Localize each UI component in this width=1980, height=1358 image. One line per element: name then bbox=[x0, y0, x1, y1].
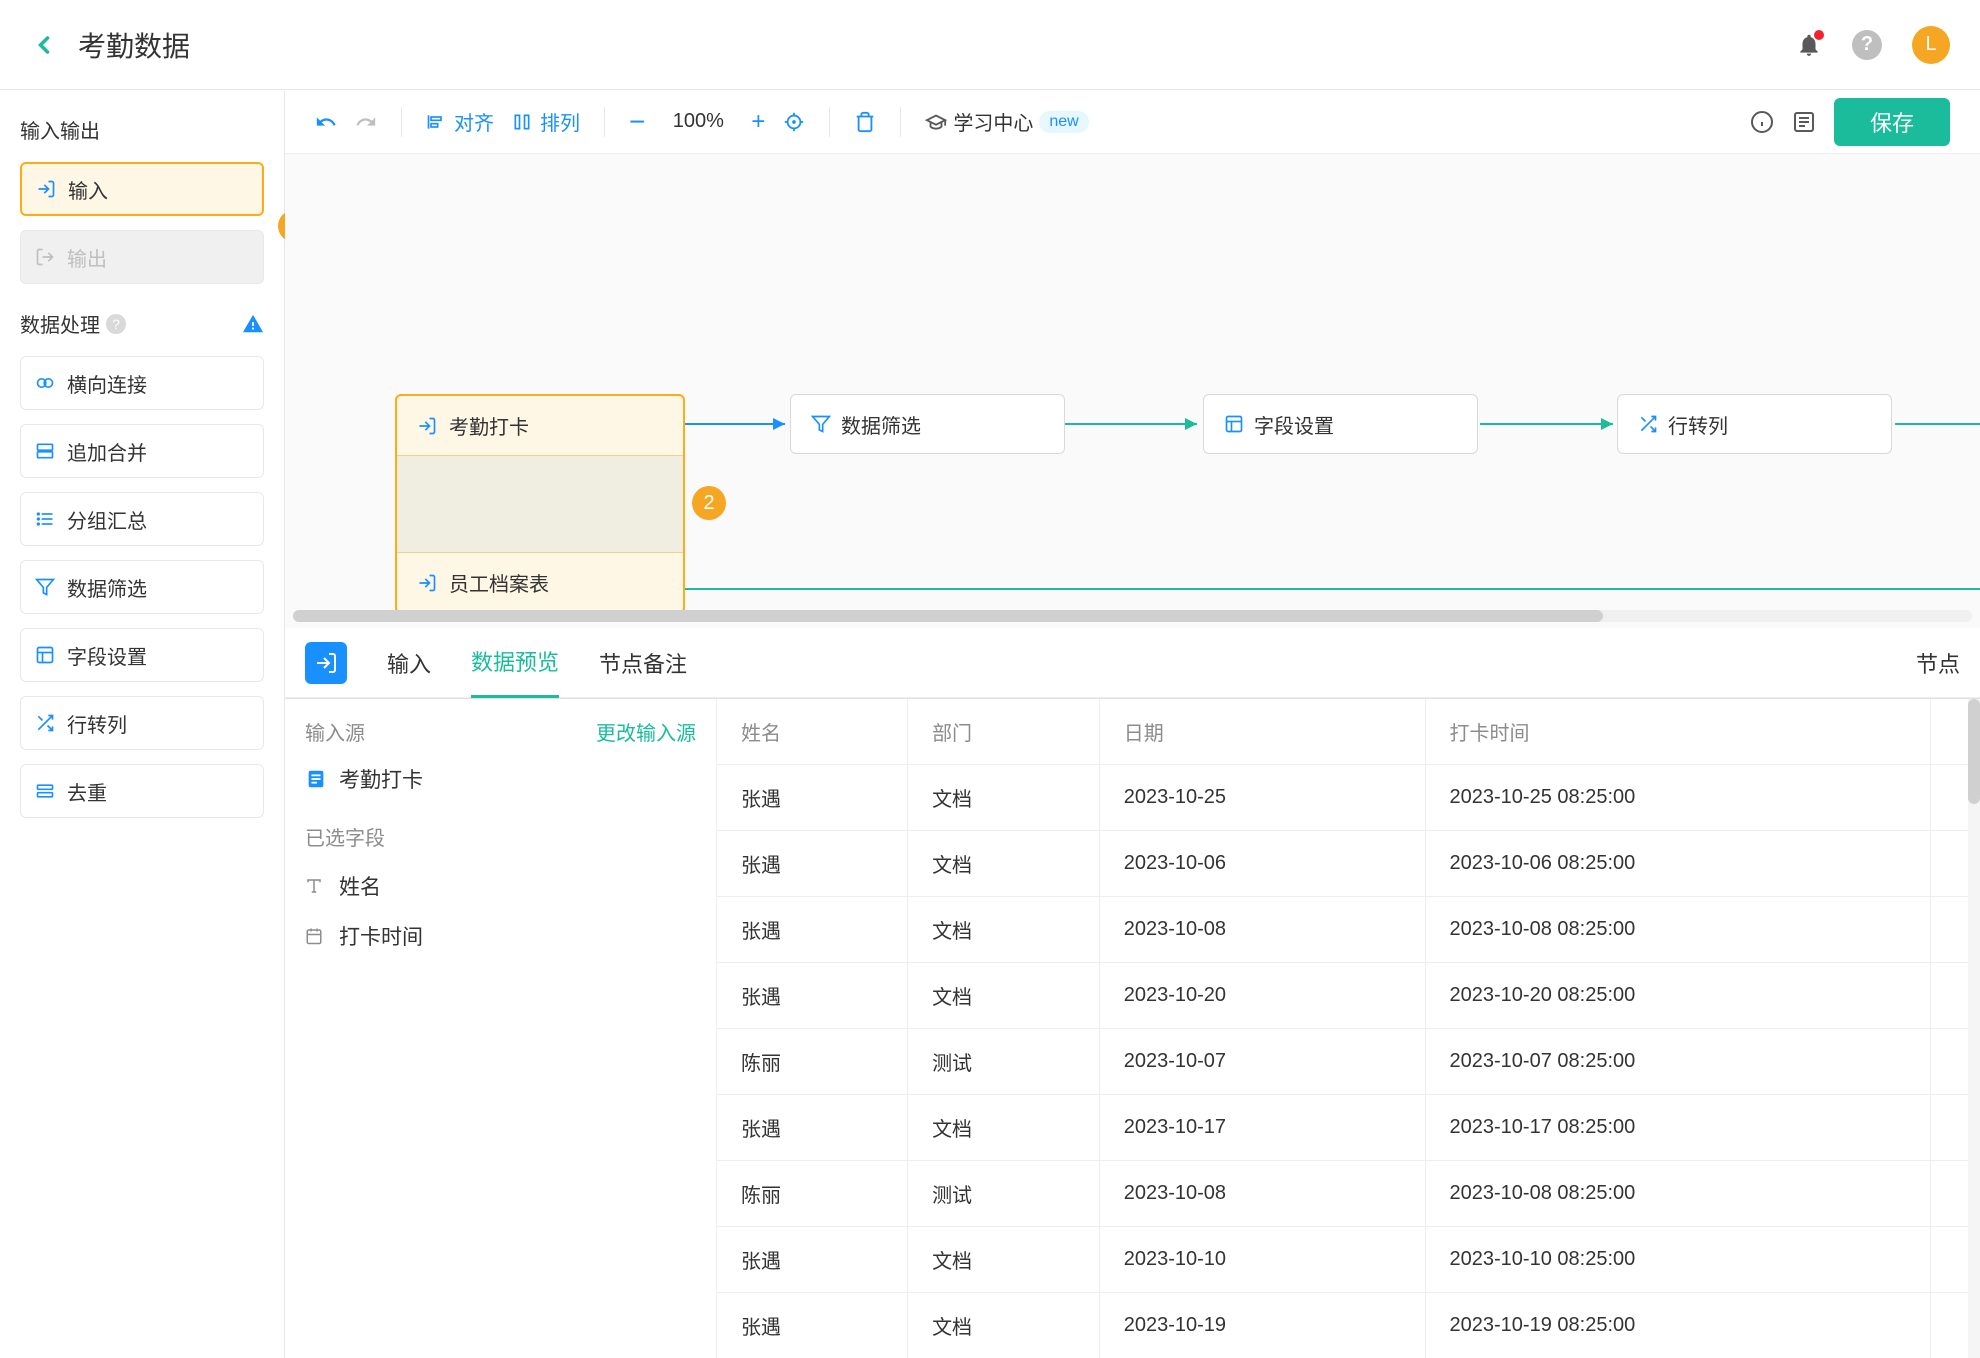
learn-center-button[interactable]: 学习中心 new bbox=[925, 107, 1088, 136]
node-filter[interactable]: 数据筛选 bbox=[790, 394, 1065, 454]
change-source-link[interactable]: 更改输入源 bbox=[596, 717, 696, 746]
canvas[interactable]: 考勤打卡 员工档案表 2 数据筛选 字段设置 行转列 bbox=[285, 154, 1980, 628]
vertical-scrollbar[interactable] bbox=[1968, 699, 1980, 1358]
field-name[interactable]: 姓名 bbox=[285, 861, 716, 911]
zoom-out-button[interactable]: − bbox=[629, 106, 645, 138]
column-header[interactable]: 打卡时间 bbox=[1425, 699, 1930, 765]
notification-icon[interactable] bbox=[1796, 32, 1822, 58]
union-icon bbox=[35, 441, 55, 461]
sidebar-output-label: 输出 bbox=[67, 243, 107, 272]
sidebar: 输入输出 输入 输出 数据处理 ? 横向连接 追加合并 bbox=[0, 90, 285, 1358]
sidebar-item-union[interactable]: 追加合并 bbox=[20, 424, 264, 478]
sidebar-item-filter[interactable]: 数据筛选 bbox=[20, 560, 264, 614]
avatar[interactable]: L bbox=[1912, 26, 1950, 64]
tab-node-right[interactable]: 节点 bbox=[1916, 629, 1960, 697]
source-label: 输入源 bbox=[305, 717, 365, 746]
node-input-group[interactable]: 考勤打卡 员工档案表 bbox=[395, 394, 685, 614]
zoom-fit-button[interactable] bbox=[783, 111, 805, 133]
help-icon[interactable]: ? bbox=[106, 314, 126, 334]
field-time[interactable]: 打卡时间 bbox=[285, 911, 716, 961]
preview-table: 姓名部门日期打卡时间 张遇文档2023-10-252023-10-25 08:2… bbox=[717, 699, 1980, 1358]
sidebar-item-pivot[interactable]: 行转列 bbox=[20, 696, 264, 750]
zoom-in-button[interactable]: + bbox=[751, 108, 765, 136]
date-icon bbox=[305, 927, 327, 945]
horizontal-scrollbar[interactable] bbox=[293, 610, 1972, 622]
back-icon[interactable] bbox=[30, 31, 58, 59]
bottom-panel: 输入源 更改输入源 考勤打卡 已选字段 姓名 打卡时间 bbox=[285, 698, 1980, 1358]
column-header[interactable]: 部门 bbox=[908, 699, 1100, 765]
tab-preview[interactable]: 数据预览 bbox=[471, 627, 559, 698]
sidebar-input-label: 输入 bbox=[68, 175, 108, 204]
source-item[interactable]: 考勤打卡 bbox=[285, 756, 716, 802]
align-button[interactable]: 对齐 bbox=[426, 107, 494, 136]
table-row[interactable]: 张遇文档2023-10-252023-10-25 08:25:00 bbox=[717, 765, 1980, 831]
table-row[interactable]: 张遇文档2023-10-192023-10-19 08:25:00 bbox=[717, 1293, 1980, 1358]
sidebar-item-join[interactable]: 横向连接 bbox=[20, 356, 264, 410]
dedup-icon bbox=[35, 781, 55, 801]
table-row[interactable]: 张遇文档2023-10-082023-10-08 08:25:00 bbox=[717, 897, 1980, 963]
column-header[interactable]: 日期 bbox=[1099, 699, 1425, 765]
info-icon[interactable] bbox=[1750, 110, 1774, 134]
sidebar-output: 输出 bbox=[20, 230, 264, 284]
fields-label: 已选字段 bbox=[285, 802, 716, 861]
input-icon bbox=[36, 179, 56, 199]
input-icon bbox=[417, 573, 437, 593]
warning-icon[interactable] bbox=[242, 313, 264, 335]
table-row[interactable]: 张遇文档2023-10-062023-10-06 08:25:00 bbox=[717, 831, 1980, 897]
new-badge: new bbox=[1039, 111, 1088, 133]
zoom-value: 100% bbox=[663, 110, 733, 133]
group-icon bbox=[35, 509, 55, 529]
app-header: 考勤数据 ? L bbox=[0, 0, 1980, 90]
pivot-icon bbox=[35, 713, 55, 733]
join-icon bbox=[35, 373, 55, 393]
page-title: 考勤数据 bbox=[78, 25, 190, 65]
sidebar-item-group[interactable]: 分组汇总 bbox=[20, 492, 264, 546]
source-panel: 输入源 更改输入源 考勤打卡 已选字段 姓名 打卡时间 bbox=[285, 699, 717, 1358]
table-row[interactable]: 张遇文档2023-10-172023-10-17 08:25:00 bbox=[717, 1095, 1980, 1161]
node-fields[interactable]: 字段设置 bbox=[1203, 394, 1478, 454]
table-row[interactable]: 陈丽测试2023-10-082023-10-08 08:25:00 bbox=[717, 1161, 1980, 1227]
text-icon bbox=[305, 877, 327, 895]
bottom-tabs: 输入 数据预览 节点备注 节点 bbox=[285, 628, 1980, 698]
column-header[interactable]: 姓名 bbox=[717, 699, 908, 765]
arrange-button[interactable]: 排列 bbox=[512, 107, 580, 136]
sidebar-item-fields[interactable]: 字段设置 bbox=[20, 628, 264, 682]
log-icon[interactable] bbox=[1792, 110, 1816, 134]
fields-icon bbox=[35, 645, 55, 665]
table-row[interactable]: 张遇文档2023-10-202023-10-20 08:25:00 bbox=[717, 963, 1980, 1029]
redo-button[interactable] bbox=[355, 111, 377, 133]
filter-icon bbox=[811, 414, 831, 434]
save-button[interactable]: 保存 bbox=[1834, 98, 1950, 146]
help-icon[interactable]: ? bbox=[1852, 30, 1882, 60]
preview-panel: 姓名部门日期打卡时间 张遇文档2023-10-252023-10-25 08:2… bbox=[717, 699, 1980, 1358]
tab-notes[interactable]: 节点备注 bbox=[599, 629, 687, 697]
step-badge-2: 2 bbox=[692, 486, 726, 520]
output-icon bbox=[35, 247, 55, 267]
toolbar: 对齐 排列 − 100% + 学习中心 new 保存 bbox=[285, 90, 1980, 154]
table-row[interactable]: 张遇文档2023-10-102023-10-10 08:25:00 bbox=[717, 1227, 1980, 1293]
sidebar-item-dedup[interactable]: 去重 bbox=[20, 764, 264, 818]
delete-button[interactable] bbox=[854, 111, 876, 133]
form-icon bbox=[305, 768, 327, 790]
table-row[interactable]: 陈丽测试2023-10-072023-10-07 08:25:00 bbox=[717, 1029, 1980, 1095]
node-attendance[interactable]: 考勤打卡 bbox=[397, 396, 683, 456]
node-employee[interactable]: 员工档案表 bbox=[397, 552, 683, 612]
input-tab-icon bbox=[305, 642, 347, 684]
node-pivot[interactable]: 行转列 bbox=[1617, 394, 1892, 454]
sidebar-input[interactable]: 输入 bbox=[20, 162, 264, 216]
sidebar-io-title: 输入输出 bbox=[20, 115, 264, 144]
input-icon bbox=[417, 416, 437, 436]
undo-button[interactable] bbox=[315, 111, 337, 133]
filter-icon bbox=[35, 577, 55, 597]
pivot-icon bbox=[1638, 414, 1658, 434]
sidebar-process-title: 数据处理 ? bbox=[20, 309, 264, 338]
fields-icon bbox=[1224, 414, 1244, 434]
tab-input[interactable]: 输入 bbox=[387, 629, 431, 697]
